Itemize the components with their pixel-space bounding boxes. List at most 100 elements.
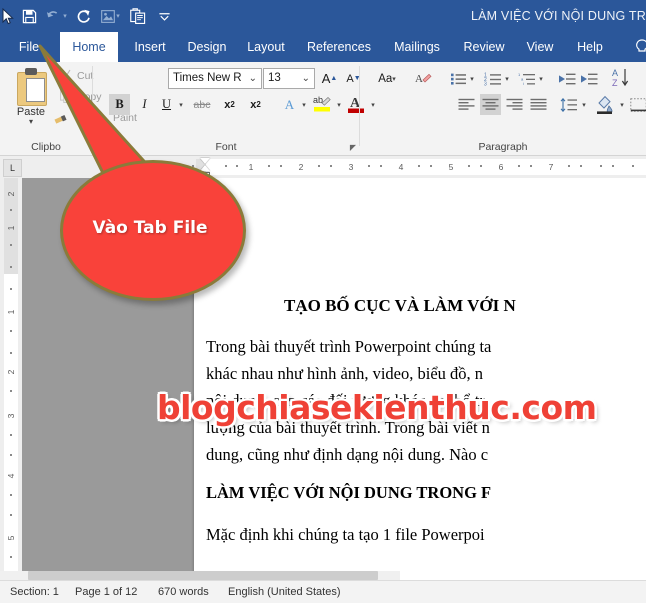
document-heading-1: TẠO BỐ CỤC VÀ LÀM VỚI N — [284, 296, 516, 315]
paste-button[interactable]: Paste ▾ — [8, 66, 54, 132]
vruler-tick-5: 5 — [6, 535, 16, 541]
ruler-tick-4: 4 — [398, 162, 404, 172]
touch-mode-icon: ▾ — [97, 0, 124, 32]
shading-icon[interactable] — [594, 92, 616, 116]
tab-insert[interactable]: Insert — [128, 32, 172, 62]
status-page-indicator[interactable]: Page 1 of 12 — [75, 581, 137, 603]
numbering-caret-icon[interactable]: ▾ — [501, 68, 513, 89]
font-size-value: 13 — [268, 72, 281, 84]
ribbon: Paste ▾ Cut Copy Paint Clipbo Times New … — [0, 62, 646, 156]
vruler-tick-3: 3 — [6, 413, 16, 419]
tab-layout[interactable]: Layout — [242, 32, 290, 62]
customize-qat-icon[interactable] — [151, 0, 178, 32]
underline-dropdown-caret-icon[interactable]: ▾ — [175, 94, 187, 115]
ribbon-group-font: Times New R ⌄ 13 ⌄ A ▲ A ▼ Aa ▾ A B I U … — [93, 62, 432, 155]
font-size-combobox[interactable]: 13 ⌄ — [263, 68, 315, 89]
font-name-value: Times New R — [173, 72, 242, 84]
quick-access-toolbar: ▾ ▾ — [0, 0, 178, 32]
ruler-tick-1: 1 — [248, 162, 254, 172]
tab-review[interactable]: Review — [458, 32, 510, 62]
document-canvas[interactable]: TẠO BỐ CỤC VÀ LÀM VỚI N Trong bài thuyết… — [22, 178, 646, 580]
redo-icon[interactable] — [70, 0, 97, 32]
tab-view[interactable]: View — [522, 32, 558, 62]
italic-icon[interactable]: I — [134, 94, 155, 115]
paste-dropdown-caret-icon[interactable]: ▾ — [8, 118, 54, 126]
horizontal-ruler[interactable]: L 1 2 3 4 5 6 7 — [0, 156, 646, 179]
svg-text:i: i — [523, 81, 524, 86]
multilevel-list-caret-icon[interactable]: ▾ — [535, 68, 547, 89]
cut-icon[interactable] — [60, 69, 74, 83]
superscript-icon[interactable]: x2 — [245, 94, 266, 115]
ruler-tick-6: 6 — [498, 162, 504, 172]
ruler-tick-3: 3 — [348, 162, 354, 172]
text-highlight-color-icon[interactable]: ab — [311, 92, 333, 116]
text-effects-icon[interactable]: A — [279, 94, 300, 115]
align-left-icon[interactable] — [456, 94, 477, 115]
increase-indent-icon[interactable] — [578, 68, 599, 89]
strikethrough-icon[interactable]: abc — [189, 94, 215, 115]
numbering-icon[interactable]: 1 2 3 — [482, 68, 503, 89]
bold-icon[interactable]: B — [109, 94, 130, 115]
vruler-tick-1: 1 — [6, 309, 16, 315]
horizontal-scrollbar-thumb[interactable] — [28, 571, 378, 580]
decrease-indent-icon[interactable] — [556, 68, 577, 89]
tab-design[interactable]: Design — [182, 32, 232, 62]
document-page[interactable]: TẠO BỐ CỤC VÀ LÀM VỚI N Trong bài thuyết… — [194, 178, 646, 580]
tell-me-lightbulb-icon[interactable] — [633, 38, 646, 56]
vruler-tick-m2: 2 — [6, 191, 16, 197]
word-application-window: ▾ ▾ LÀM VIỆC VỚI NỘI DUNG TR File Home I… — [0, 0, 646, 603]
cut-label[interactable]: Cut — [77, 70, 93, 82]
status-bar: Section: 1 Page 1 of 12 670 words Englis… — [0, 580, 646, 603]
format-painter-icon[interactable] — [124, 0, 151, 32]
clipboard-group-label: Clipbo — [31, 141, 61, 153]
first-line-indent-marker[interactable] — [200, 158, 210, 164]
underline-icon[interactable]: U — [156, 94, 177, 115]
window-title: LÀM VIỆC VỚI NỘI DUNG TR — [300, 0, 646, 32]
tab-mailings[interactable]: Mailings — [388, 32, 446, 62]
font-dialog-launcher-icon[interactable]: ◤ — [350, 143, 356, 152]
align-center-icon[interactable] — [480, 94, 501, 115]
borders-icon[interactable] — [628, 94, 646, 115]
undo-icon: ▾ — [43, 0, 70, 32]
line-spacing-caret-icon[interactable]: ▾ — [578, 94, 590, 115]
save-icon[interactable] — [16, 0, 43, 32]
window-title-text: LÀM VIỆC VỚI NỘI DUNG TR — [470, 9, 646, 23]
document-heading-2: LÀM VIỆC VỚI NỘI DUNG TRONG F — [206, 483, 492, 502]
format-painter-brush-icon[interactable] — [54, 112, 68, 126]
tab-file[interactable]: File — [12, 32, 46, 62]
svg-text:ab: ab — [313, 95, 323, 105]
font-size-chevron-down-icon[interactable]: ⌄ — [302, 73, 310, 84]
status-language-indicator[interactable]: English (United States) — [228, 581, 341, 603]
text-highlight-caret-icon[interactable]: ▾ — [333, 94, 345, 115]
tab-help[interactable]: Help — [572, 32, 608, 62]
ruler-tick-5: 5 — [448, 162, 454, 172]
font-name-chevron-down-icon[interactable]: ⌄ — [249, 73, 257, 84]
hanging-indent-marker[interactable] — [200, 165, 210, 171]
document-paragraph-line-2: khác nhau như hình ảnh, video, biểu đồ, … — [206, 364, 484, 383]
sort-icon[interactable]: A Z — [610, 66, 631, 90]
svg-text:A: A — [612, 68, 618, 78]
vertical-ruler[interactable]: 2 1 1 2 3 4 5 — [0, 178, 22, 580]
bullets-caret-icon[interactable]: ▾ — [466, 68, 478, 89]
align-right-icon[interactable] — [504, 94, 525, 115]
copy-icon[interactable] — [60, 90, 74, 104]
status-section-indicator[interactable]: Section: 1 — [10, 581, 59, 603]
vruler-tick-2: 2 — [6, 369, 16, 375]
shading-caret-icon[interactable]: ▾ — [616, 94, 628, 115]
line-spacing-icon[interactable] — [558, 94, 579, 115]
tab-references[interactable]: References — [300, 32, 378, 62]
multilevel-list-icon[interactable]: 1 a i — [516, 68, 537, 89]
subscript-icon[interactable]: x2 — [219, 94, 240, 115]
tab-home[interactable]: Home — [60, 32, 118, 62]
tab-stop-selector[interactable]: L — [3, 159, 22, 177]
document-paragraph-line-4: lượng của bài thuyết trình. Trong bài vi… — [206, 418, 490, 437]
document-paragraph-line-5: dung, cũng như định dạng nội dung. Nào c — [206, 445, 489, 464]
justify-icon[interactable] — [528, 94, 549, 115]
font-name-combobox[interactable]: Times New R ⌄ — [168, 68, 262, 89]
status-word-count[interactable]: 670 words — [158, 581, 209, 603]
ribbon-group-clipboard: Paste ▾ Cut Copy Paint Clipbo — [0, 62, 137, 155]
document-paragraph-line-1: Trong bài thuyết trình Powerpoint chúng … — [206, 337, 492, 356]
title-bar: ▾ ▾ LÀM VIỆC VỚI NỘI DUNG TR — [0, 0, 646, 32]
text-effects-caret-icon[interactable]: ▾ — [298, 94, 310, 115]
grow-font-icon[interactable]: A ▲ — [319, 68, 340, 89]
